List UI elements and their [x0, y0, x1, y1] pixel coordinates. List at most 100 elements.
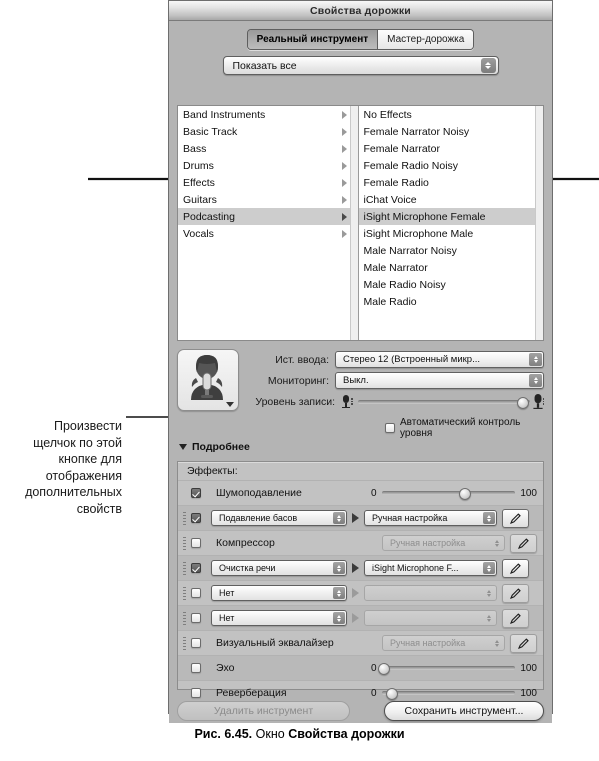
- effect-preset-select[interactable]: Ручная настройка: [381, 535, 505, 551]
- drag-handle-icon[interactable]: [183, 536, 186, 550]
- preset-list-scrollbar[interactable]: [535, 106, 543, 340]
- drag-handle-icon[interactable]: [183, 561, 186, 575]
- category-list-item-label: Guitars: [183, 193, 217, 206]
- drag-handle-icon[interactable]: [183, 511, 186, 525]
- category-list-item[interactable]: Drums: [178, 157, 358, 174]
- input-source-row: Ист. ввода: Стерео 12 (Встроенный микр..…: [247, 351, 544, 368]
- play-triangle-icon[interactable]: [352, 588, 359, 598]
- effect-enable-checkbox[interactable]: [191, 613, 201, 623]
- preset-list[interactable]: No Effects Female Narrator Noisy Female Na…: [358, 106, 544, 340]
- annotation-line-1: Произвести: [53, 419, 122, 433]
- effect-type-select[interactable]: Нет: [211, 610, 347, 626]
- preset-list-item[interactable]: Male Narrator: [359, 259, 544, 276]
- effect-type-select[interactable]: Очистка речи: [211, 560, 347, 576]
- preset-list-item[interactable]: Female Narrator Noisy: [359, 123, 544, 140]
- caption-figure-number: Рис. 6.45.: [194, 727, 253, 741]
- edit-pencil-button[interactable]: [502, 508, 529, 528]
- save-instrument-button[interactable]: Сохранить инструмент...: [384, 701, 544, 721]
- preset-list-item[interactable]: No Effects: [359, 106, 544, 123]
- instrument-icon-button[interactable]: [177, 349, 239, 411]
- effects-header: Эффекты:: [178, 462, 543, 480]
- effect-preset-select[interactable]: [364, 610, 497, 626]
- category-list-item-label: Band Instruments: [183, 108, 266, 121]
- play-triangle-icon[interactable]: [352, 563, 359, 573]
- annotation-line-6: свойств: [76, 501, 122, 516]
- preset-list-item[interactable]: Female Radio Noisy: [359, 157, 544, 174]
- filter-popup[interactable]: Показать все: [222, 56, 499, 75]
- auto-level-checkbox[interactable]: [385, 423, 395, 433]
- preset-list-item[interactable]: iSight Microphone Male: [359, 225, 544, 242]
- effect-enable-checkbox[interactable]: [191, 588, 201, 598]
- effect-name: Эхо: [216, 662, 235, 674]
- preset-list-item[interactable]: Male Radio Noisy: [359, 276, 544, 293]
- effect-preset-select[interactable]: [364, 585, 497, 601]
- segment-real-instrument[interactable]: Реальный инструмент: [247, 30, 379, 49]
- effect-row: Нет: [178, 580, 543, 605]
- preset-list-item-label: Male Narrator: [363, 261, 428, 274]
- preset-list-item[interactable]: Female Radio: [359, 174, 544, 191]
- delete-instrument-button[interactable]: Удалить инструмент: [177, 701, 350, 721]
- edit-pencil-button[interactable]: [510, 533, 537, 553]
- effect-enable-checkbox[interactable]: [191, 513, 201, 523]
- edit-pencil-button[interactable]: [502, 583, 529, 603]
- effect-enable-checkbox[interactable]: [191, 563, 201, 573]
- play-triangle-icon[interactable]: [352, 513, 359, 523]
- category-list-item-label: Basic Track: [183, 125, 238, 138]
- category-list-item[interactable]: Bass: [178, 140, 358, 157]
- category-list-item[interactable]: Podcasting: [178, 208, 358, 225]
- effect-preset-value: Ручная настройка: [372, 513, 448, 523]
- effect-name: Компрессор: [216, 537, 275, 549]
- preset-list-item[interactable]: Female Narrator: [359, 140, 544, 157]
- edit-pencil-button[interactable]: [510, 633, 537, 653]
- chevron-right-icon: [341, 110, 347, 119]
- effect-preset-select[interactable]: Ручная настройка: [364, 510, 497, 526]
- filter-popup-wrap: Показать все: [169, 56, 552, 75]
- effect-enable-checkbox[interactable]: [191, 538, 201, 548]
- annotation-line-2: щелчок по этой: [33, 435, 122, 450]
- recording-level-slider[interactable]: [357, 396, 530, 409]
- effect-slider[interactable]: [381, 487, 516, 500]
- monitoring-select[interactable]: Выкл.: [335, 372, 544, 389]
- category-list[interactable]: Band Instruments Basic Track Bass Drums Effe…: [178, 106, 359, 340]
- play-triangle-icon[interactable]: [352, 613, 359, 623]
- preset-list-item[interactable]: iSight Microphone Female: [358, 208, 543, 225]
- preset-list-item[interactable]: Male Radio: [359, 293, 544, 310]
- effects-header-label: Эффекты:: [187, 465, 238, 477]
- effect-type-select[interactable]: Подавление басов: [211, 510, 347, 526]
- category-list-item[interactable]: Guitars: [178, 191, 358, 208]
- category-list-item[interactable]: Basic Track: [178, 123, 358, 140]
- edit-pencil-button[interactable]: [502, 608, 529, 628]
- effect-slider[interactable]: [381, 687, 516, 700]
- segment-master-track[interactable]: Мастер-дорожка: [378, 30, 474, 49]
- annotation-line-5: дополнительных: [25, 485, 122, 499]
- category-list-item[interactable]: Effects: [178, 174, 358, 191]
- preset-list-item-label: Male Radio Noisy: [363, 278, 446, 291]
- drag-handle-icon[interactable]: [183, 636, 186, 650]
- chevron-updown-icon: [333, 587, 345, 599]
- effect-preset-select[interactable]: Ручная настройка: [381, 635, 505, 651]
- effect-enable-checkbox[interactable]: [191, 688, 201, 698]
- effect-enable-checkbox[interactable]: [191, 663, 201, 673]
- effect-slider[interactable]: [377, 662, 516, 675]
- window-titlebar[interactable]: Свойства дорожки: [169, 1, 552, 21]
- preset-list-item[interactable]: Male Narrator Noisy: [359, 242, 544, 259]
- category-list-item-label: Podcasting: [183, 210, 235, 223]
- drag-handle-icon[interactable]: [183, 611, 186, 625]
- auto-level-row[interactable]: Автоматический контроль уровня: [385, 417, 544, 439]
- preset-list-item[interactable]: iChat Voice: [359, 191, 544, 208]
- category-list-scrollbar[interactable]: [349, 106, 358, 340]
- effect-enable-checkbox[interactable]: [191, 638, 201, 648]
- drag-handle-icon[interactable]: [183, 586, 186, 600]
- details-disclosure[interactable]: Подробнее: [179, 441, 250, 453]
- caption-text: Окно: [255, 727, 285, 741]
- effect-type-select[interactable]: Нет: [211, 585, 347, 601]
- track-type-segmented[interactable]: Реальный инструмент Мастер-дорожка: [246, 29, 475, 50]
- input-source-select[interactable]: Стерео 12 (Встроенный микр...: [335, 351, 544, 368]
- edit-pencil-button[interactable]: [502, 558, 529, 578]
- input-settings: Ист. ввода: Стерео 12 (Встроенный микр..…: [177, 349, 544, 439]
- category-list-item-label: Vocals: [183, 227, 214, 240]
- category-list-item[interactable]: Vocals: [178, 225, 358, 242]
- effect-enable-checkbox[interactable]: [191, 488, 201, 498]
- category-list-item[interactable]: Band Instruments: [178, 106, 358, 123]
- effect-preset-select[interactable]: iSight Microphone F...: [364, 560, 497, 576]
